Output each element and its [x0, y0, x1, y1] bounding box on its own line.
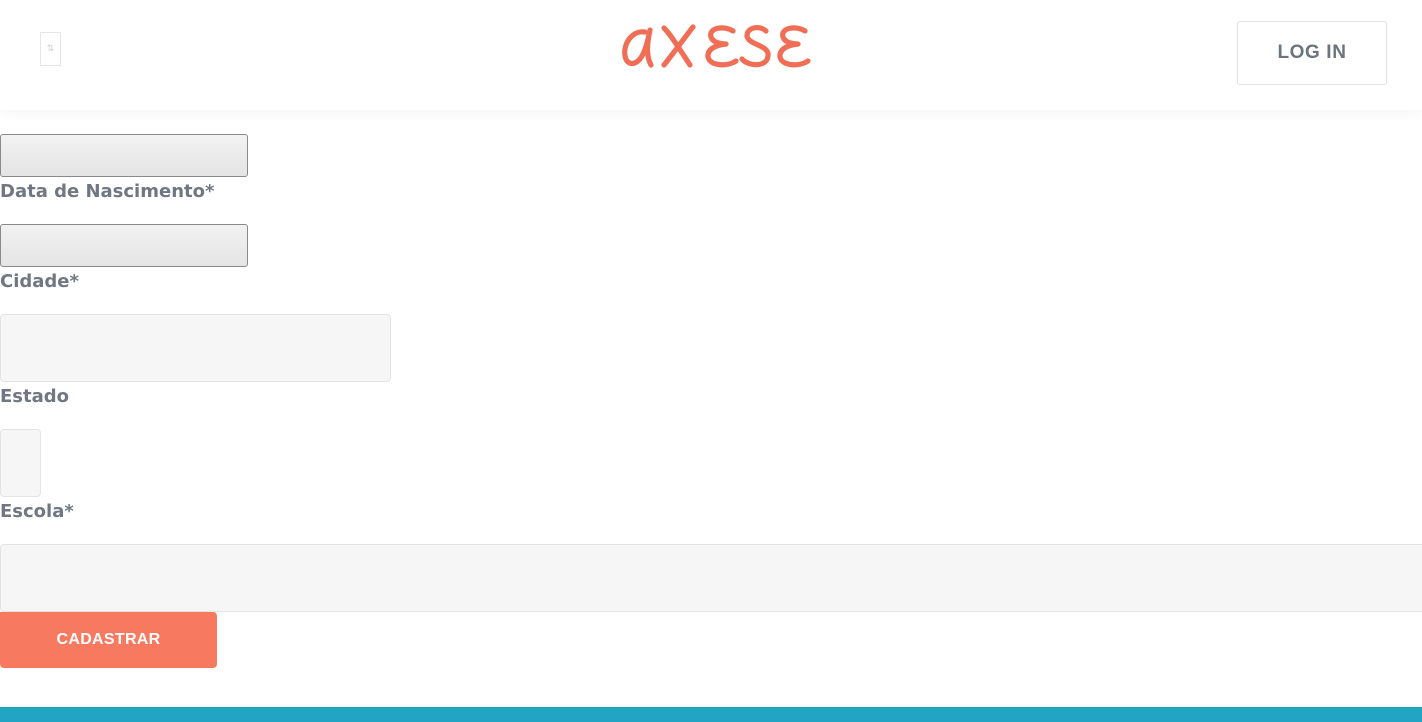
birth-date-input[interactable] — [0, 224, 248, 267]
school-label: Escola* — [0, 501, 74, 522]
submit-button[interactable]: CADASTRAR — [0, 612, 217, 668]
logo[interactable] — [620, 16, 812, 74]
city-label: Cidade* — [0, 271, 79, 292]
state-label: Estado — [0, 386, 70, 407]
city-input[interactable] — [0, 314, 391, 382]
footer-bar — [0, 707, 1422, 722]
menu-toggle-button[interactable]: ⇅ — [40, 32, 61, 66]
birth-date-label: Data de Nascimento* — [0, 181, 215, 202]
state-select[interactable] — [0, 429, 41, 497]
site-header: ⇅ LOG IN — [0, 0, 1422, 110]
date-input-top[interactable] — [0, 134, 248, 177]
menu-icon: ⇅ — [46, 43, 55, 54]
school-input[interactable] — [0, 544, 1422, 612]
login-button[interactable]: LOG IN — [1237, 21, 1387, 85]
